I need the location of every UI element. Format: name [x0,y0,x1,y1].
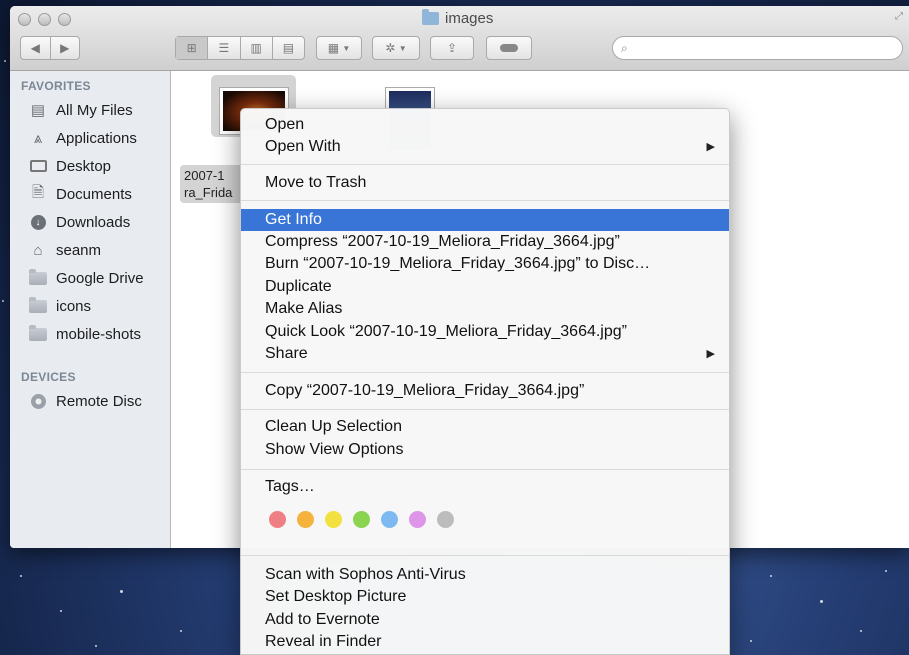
sidebar-item-remote-disc[interactable]: Remote Disc [28,389,142,413]
zoom-window-button[interactable] [58,13,71,26]
sidebar-item-google-drive[interactable]: Google Drive [28,266,144,290]
icon-view-icon[interactable]: ⊞ [176,37,208,59]
menu-item-move-to-trash[interactable]: Move to Trash [241,172,729,194]
menu-separator [241,164,729,165]
menu-item-scan-sophos[interactable]: Scan with Sophos Anti-Virus [241,564,729,586]
menu-item-share[interactable]: Share ▶ [241,343,729,365]
menu-item-set-desktop-picture[interactable]: Set Desktop Picture [241,586,729,608]
menu-separator [241,372,729,373]
submenu-arrow-icon: ▶ [706,348,715,360]
sidebar-item-mobile-shots[interactable]: mobile-shots [28,322,141,346]
sidebar-item-applications[interactable]: ⩓ Applications [28,126,137,150]
home-icon: ⌂ [33,241,43,259]
action-button[interactable]: ✲ ▼ [372,36,420,60]
downloads-icon: ↓ [28,214,48,230]
view-mode-buttons[interactable]: ⊞ ☰ ▥ ▤ [175,36,305,60]
arrange-button[interactable]: ▦ ▼ [316,36,362,60]
menu-item-open-with[interactable]: Open With ▶ [241,136,729,158]
column-view-icon[interactable]: ▥ [241,41,272,55]
minimize-window-button[interactable] [38,13,51,26]
tag-yellow-dot[interactable] [325,511,342,528]
menu-item-make-alias[interactable]: Make Alias [241,298,729,320]
menu-item-reveal-in-finder[interactable]: Reveal in Finder [241,631,729,653]
list-view-icon[interactable]: ☰ [208,41,239,55]
back-arrow-icon[interactable]: ◀ [21,41,50,55]
favorites-header: FAVORITES [21,79,91,93]
menu-item-copy[interactable]: Copy “2007-10-19_Meliora_Friday_3664.jpg… [241,380,729,402]
window-title: images [422,9,493,27]
sidebar-item-desktop[interactable]: Desktop [28,154,111,178]
menu-separator [241,200,729,201]
gear-icon: ✲ [385,41,396,55]
tag-green-dot[interactable] [353,511,370,528]
disc-icon [28,393,48,409]
tag-blue-dot[interactable] [381,511,398,528]
tags-toolbar-button[interactable] [486,36,532,60]
menu-item-show-view-options[interactable]: Show View Options [241,439,729,461]
sidebar-item-all-my-files[interactable]: ▤ All My Files [28,98,133,122]
arrange-icon: ▦ [327,41,340,55]
title-bar: images ⤢ ◀ ▶ ⊞ ☰ ▥ ▤ ▦ ▼ ✲ ▼ ⇪ ⌕ [10,6,909,71]
chevron-down-icon: ▼ [398,43,407,53]
tag-red-dot[interactable] [269,511,286,528]
menu-item-get-info[interactable]: Get Info [241,209,729,231]
sidebar-item-icons[interactable]: icons [28,294,91,318]
sidebar-item-documents[interactable]: 🗎 Documents [28,182,132,206]
sidebar: FAVORITES ▤ All My Files ⩓ Applications … [10,71,171,548]
menu-item-tags[interactable]: Tags… [241,476,729,498]
menu-item-compress[interactable]: Compress “2007-10-19_Meliora_Friday_3664… [241,231,729,253]
tag-gray-dot[interactable] [437,511,454,528]
context-menu: Open Open With ▶ Move to Trash Get Info … [240,108,730,655]
search-icon: ⌕ [621,40,628,55]
share-icon: ⇪ [446,41,458,55]
close-window-button[interactable] [18,13,31,26]
applications-icon: ⩓ [33,129,43,147]
submenu-arrow-icon: ▶ [706,141,715,153]
menu-separator [241,555,729,556]
documents-icon: 🗎 [31,183,45,201]
desktop-icon [28,158,48,174]
back-forward-buttons[interactable]: ◀ ▶ [20,36,80,60]
sidebar-item-downloads[interactable]: ↓ Downloads [28,210,130,234]
folder-icon [28,296,48,314]
menu-item-add-to-evernote[interactable]: Add to Evernote [241,609,729,631]
menu-item-clean-up-selection[interactable]: Clean Up Selection [241,416,729,438]
menu-item-duplicate[interactable]: Duplicate [241,276,729,298]
all-files-icon: ▤ [30,102,46,119]
tag-icon [500,44,518,52]
tag-color-picker [269,511,454,528]
menu-separator [241,409,729,410]
menu-item-burn-to-disc[interactable]: Burn “2007-10-19_Meliora_Friday_3664.jpg… [241,253,729,275]
folder-icon [28,324,48,342]
tag-orange-dot[interactable] [297,511,314,528]
folder-icon [28,268,48,286]
menu-item-quick-look[interactable]: Quick Look “2007-10-19_Meliora_Friday_36… [241,321,729,343]
chevron-down-icon: ▼ [342,43,351,53]
sidebar-item-seanm[interactable]: ⌂ seanm [28,238,101,262]
devices-header: DEVICES [21,370,76,384]
menu-separator [241,469,729,470]
share-button[interactable]: ⇪ [430,36,474,60]
coverflow-view-icon[interactable]: ▤ [273,41,304,55]
forward-arrow-icon[interactable]: ▶ [51,41,80,55]
tag-purple-dot[interactable] [409,511,426,528]
search-input[interactable] [631,39,876,57]
fullscreen-icon[interactable]: ⤢ [895,11,903,22]
search-field[interactable]: ⌕ [612,36,903,60]
menu-item-open[interactable]: Open [241,114,729,136]
folder-icon [422,9,439,25]
